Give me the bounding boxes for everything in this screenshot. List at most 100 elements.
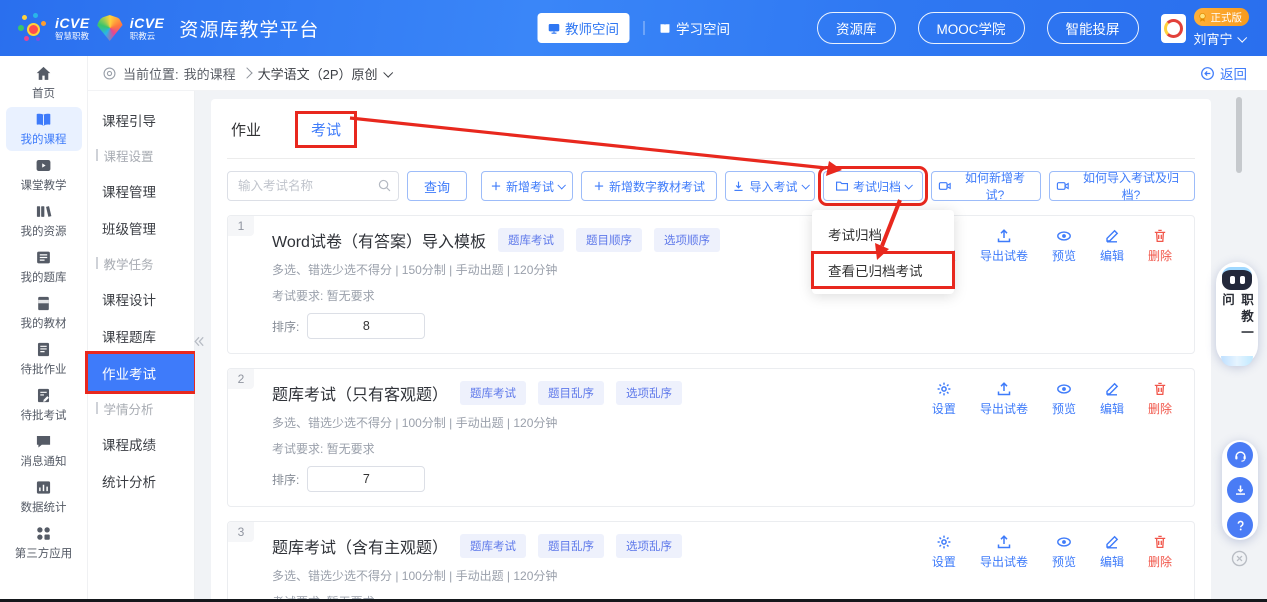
export-paper-action[interactable]: 导出试卷 [980, 381, 1028, 417]
exam-requirement: 考试要求: 暂无要求 [272, 289, 375, 303]
tab-homework[interactable]: 作业 [231, 119, 261, 140]
export-paper-action[interactable]: 导出试卷 [980, 228, 1028, 264]
pending-homework-icon [37, 342, 50, 357]
folder-icon [835, 181, 848, 191]
edit-icon [1106, 229, 1119, 243]
sidebar-item-my-resources[interactable]: 我的资源 [6, 199, 82, 243]
help-button[interactable] [1227, 512, 1253, 538]
submenu-item-course-question-bank[interactable]: 课程题库 [88, 317, 194, 354]
submenu-item-course-management[interactable]: 课程管理 [88, 172, 194, 209]
sidebar-item-statistics[interactable]: 数据统计 [6, 475, 82, 519]
dropdown-item-view-archived-exams[interactable]: 查看已归档考试 [811, 251, 955, 289]
sidebar-item-my-courses[interactable]: 我的课程 [5, 107, 82, 151]
sidebar-item-home[interactable]: 首页 [6, 61, 82, 105]
video-icon [1056, 182, 1069, 190]
submenu-section-teaching-tasks: 教学任务 [88, 246, 194, 280]
edit-action[interactable]: 编辑 [1100, 381, 1124, 417]
chevron-down-icon [904, 181, 913, 190]
icve-cloud-logo-text: iCVE 职教云 [129, 14, 165, 41]
edit-action[interactable]: 编辑 [1100, 534, 1124, 570]
delete-action[interactable]: 删除 [1148, 381, 1172, 417]
sidebar-item-third-party-apps[interactable]: 第三方应用 [6, 521, 82, 565]
medal-icon [1198, 12, 1206, 22]
how-to-import-archive-button[interactable]: 如何导入考试及归档? [1049, 171, 1195, 202]
tab-exam[interactable]: 考试 [311, 122, 341, 139]
eye-icon [1057, 231, 1071, 241]
add-exam-button[interactable]: 新增考试 [481, 171, 573, 201]
sidebar-item-pending-exam[interactable]: 待批考试 [6, 383, 82, 427]
exam-title: 题库考试（只有客观题） [272, 387, 449, 404]
exam-tag: 题库考试 [460, 534, 527, 558]
smart-casting-link[interactable]: 智能投屏 [1046, 12, 1139, 44]
archive-dropdown-menu: 考试归档 查看已归档考试 [811, 210, 955, 294]
resource-library-link[interactable]: 资源库 [817, 12, 896, 44]
chevron-right-icon [240, 67, 253, 79]
submenu-item-course-grades[interactable]: 课程成绩 [88, 425, 194, 462]
submenu-item-homework-exam[interactable]: 作业考试 [85, 351, 197, 394]
sidebar-item-pending-homework[interactable]: 待批作业 [6, 337, 82, 381]
my-resources-icon [36, 206, 52, 217]
query-button[interactable]: 查询 [407, 171, 467, 201]
exam-title: 题库考试（含有主观题） [272, 540, 449, 557]
assistant-label: 职教一问 [1220, 292, 1253, 343]
submenu-section-learning-analysis: 学情分析 [88, 391, 194, 425]
mooc-academy-link[interactable]: MOOC学院 [917, 12, 1025, 44]
preview-action[interactable]: 预览 [1052, 228, 1076, 264]
submenu-item-class-management[interactable]: 班级管理 [88, 209, 194, 246]
preview-action[interactable]: 预览 [1052, 381, 1076, 417]
sidebar-item-messages[interactable]: 消息通知 [6, 429, 82, 473]
add-digital-textbook-exam-button[interactable]: 新增数字教材考试 [581, 171, 717, 201]
sort-input[interactable] [307, 466, 426, 492]
assistant-widget[interactable]: 职教一问 [1216, 262, 1258, 366]
my-courses-icon [36, 113, 51, 126]
app-avatar-icon [1160, 13, 1186, 43]
icve-cloud-logo-icon [96, 15, 123, 41]
sort-input[interactable] [307, 313, 426, 339]
exam-card: 2 题库考试（只有客观题） 题库考试 题目乱序 选项乱序 多选、错选少选不得分 … [227, 368, 1195, 507]
edit-action[interactable]: 编辑 [1100, 228, 1124, 264]
breadcrumb-current-course[interactable]: 大学语文（2P）原创 [258, 64, 393, 83]
exam-actions: 设置 导出试卷 预览 编辑 删除 [932, 534, 1172, 570]
exam-list-card: 作业 考试 查询 新增 [211, 99, 1211, 602]
scrollbar-thumb[interactable] [1236, 97, 1242, 173]
how-to-add-exam-button[interactable]: 如何新增考试? [931, 171, 1041, 202]
sidebar-item-question-bank[interactable]: 我的题库 [6, 245, 82, 289]
customer-service-button[interactable] [1227, 442, 1253, 468]
import-exam-button[interactable]: 导入考试 [725, 171, 815, 201]
exam-index: 2 [228, 369, 254, 389]
message-icon [36, 435, 51, 448]
export-paper-action[interactable]: 导出试卷 [980, 534, 1028, 570]
settings-action[interactable]: 设置 [932, 534, 956, 570]
chevron-down-icon [800, 181, 810, 190]
breadcrumb-root[interactable]: 我的课程 [184, 64, 236, 83]
sidebar-item-textbook[interactable]: 我的教材 [6, 291, 82, 335]
trash-icon [1154, 535, 1166, 549]
sidebar-item-classroom-teaching[interactable]: 课堂教学 [6, 153, 82, 197]
export-icon [997, 535, 1011, 549]
edit-icon [1106, 535, 1119, 549]
delete-action[interactable]: 删除 [1148, 228, 1172, 264]
settings-action[interactable]: 设置 [932, 381, 956, 417]
back-button[interactable]: 返回 [1200, 63, 1247, 83]
exam-actions: 设置 导出试卷 预览 编辑 删除 [932, 381, 1172, 417]
export-icon [997, 229, 1011, 243]
submenu-item-statistical-analysis[interactable]: 统计分析 [88, 462, 194, 499]
submenu-section-course-settings: 课程设置 [88, 138, 194, 172]
preview-action[interactable]: 预览 [1052, 534, 1076, 570]
close-floating-button[interactable] [1231, 550, 1248, 567]
close-circle-icon [1231, 550, 1248, 567]
submenu-item-course-design[interactable]: 课程设计 [88, 280, 194, 317]
delete-action[interactable]: 删除 [1148, 534, 1172, 570]
location-icon [103, 66, 116, 80]
floating-toolbar [1222, 440, 1258, 540]
exam-search-input[interactable] [227, 171, 399, 201]
dropdown-item-exam-archive[interactable]: 考试归档 [812, 216, 954, 252]
exam-index: 3 [228, 522, 254, 542]
submenu-item-course-guide[interactable]: 课程引导 [88, 101, 194, 138]
teacher-space-nav[interactable]: 教师空间 [537, 13, 629, 43]
submenu-collapse-button[interactable] [191, 334, 206, 349]
download-button[interactable] [1227, 477, 1253, 503]
exam-archive-button[interactable]: 考试归档 考试归档 查看已归档考试 [811, 166, 955, 294]
learning-space-nav[interactable]: 学习空间 [658, 18, 730, 38]
user-menu[interactable]: 正式版 刘宵宁 [1160, 8, 1249, 48]
